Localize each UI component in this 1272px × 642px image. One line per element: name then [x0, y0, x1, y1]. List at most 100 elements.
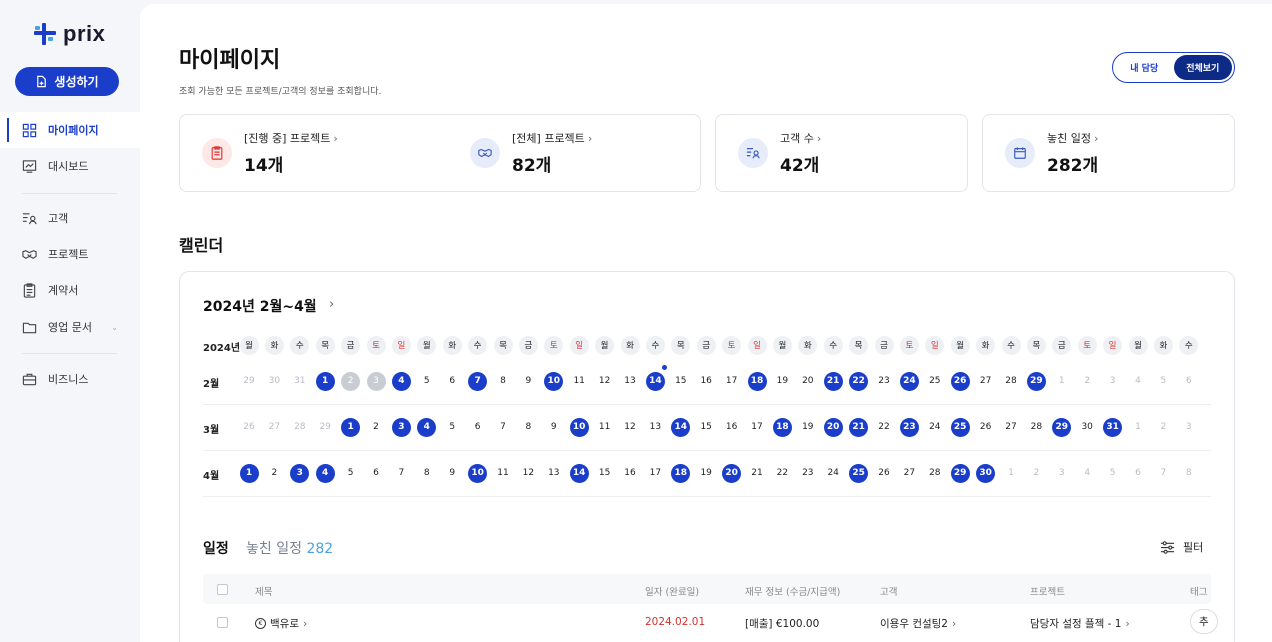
- day-cell[interactable]: 23: [798, 464, 817, 483]
- day-cell[interactable]: 27: [900, 464, 919, 483]
- day-cell[interactable]: 25: [849, 463, 869, 483]
- day-cell[interactable]: 13: [544, 464, 563, 483]
- day-cell[interactable]: 6: [1129, 464, 1148, 483]
- day-cell[interactable]: 6: [468, 418, 487, 437]
- day-cell[interactable]: 2: [367, 418, 386, 437]
- day-cell[interactable]: 3: [1052, 464, 1071, 483]
- day-cell[interactable]: 24: [925, 418, 944, 437]
- day-cell[interactable]: 15: [595, 464, 614, 483]
- sidebar-item-mypage[interactable]: 마이페이지: [0, 112, 140, 148]
- day-cell[interactable]: 4: [1129, 372, 1148, 391]
- day-cell[interactable]: 2: [1078, 372, 1097, 391]
- day-cell[interactable]: 5: [341, 464, 360, 483]
- day-cell[interactable]: 24: [899, 371, 919, 391]
- day-cell[interactable]: 18: [772, 417, 792, 437]
- day-cell[interactable]: 5: [1103, 464, 1122, 483]
- day-cell[interactable]: 12: [519, 464, 538, 483]
- day-cell[interactable]: 29: [316, 418, 335, 437]
- day-cell[interactable]: 10: [468, 463, 488, 483]
- day-cell[interactable]: 16: [621, 464, 640, 483]
- col-client[interactable]: 고객: [880, 584, 897, 598]
- day-cell[interactable]: 18: [671, 463, 691, 483]
- day-cell[interactable]: 15: [697, 418, 716, 437]
- day-cell[interactable]: 10: [569, 417, 589, 437]
- day-cell[interactable]: 19: [697, 464, 716, 483]
- day-cell[interactable]: 3: [1179, 418, 1198, 437]
- create-button[interactable]: 생성하기: [15, 67, 119, 96]
- day-cell[interactable]: 2: [1154, 418, 1173, 437]
- day-cell[interactable]: 31: [290, 372, 309, 391]
- sidebar-item-contracts[interactable]: 계약서: [0, 272, 140, 308]
- day-cell[interactable]: 6: [367, 464, 386, 483]
- day-cell[interactable]: 17: [646, 464, 665, 483]
- day-cell[interactable]: 19: [798, 418, 817, 437]
- stat-active-projects[interactable]: [진행 중] 프로젝트 › 14개: [202, 128, 338, 176]
- day-cell[interactable]: 7: [1154, 464, 1173, 483]
- day-cell[interactable]: 3: [366, 371, 386, 391]
- day-cell[interactable]: 22: [875, 418, 894, 437]
- col-title[interactable]: 제목: [255, 584, 272, 598]
- day-cell[interactable]: 6: [1179, 372, 1198, 391]
- day-cell[interactable]: 3: [391, 417, 411, 437]
- day-cell[interactable]: 9: [443, 464, 462, 483]
- stat-clients[interactable]: 고객 수 › 42개: [738, 128, 821, 176]
- day-cell[interactable]: 8: [519, 418, 538, 437]
- day-cell[interactable]: 27: [265, 418, 284, 437]
- day-cell[interactable]: 22: [849, 371, 869, 391]
- day-cell[interactable]: 2: [341, 371, 361, 391]
- prev-icon[interactable]: ‹: [311, 297, 316, 312]
- day-cell[interactable]: 25: [950, 417, 970, 437]
- day-cell[interactable]: 8: [494, 372, 513, 391]
- day-cell[interactable]: 25: [925, 372, 944, 391]
- day-cell[interactable]: 13: [621, 372, 640, 391]
- day-cell[interactable]: 4: [315, 463, 335, 483]
- day-cell[interactable]: 26: [240, 418, 259, 437]
- day-cell[interactable]: 10: [544, 371, 564, 391]
- day-cell[interactable]: 31: [1103, 417, 1123, 437]
- col-project[interactable]: 프로젝트: [1030, 584, 1065, 598]
- day-cell[interactable]: 22: [773, 464, 792, 483]
- day-cell[interactable]: 9: [519, 372, 538, 391]
- row-checkbox[interactable]: [217, 617, 228, 628]
- row-title[interactable]: € 백유로 ›: [255, 616, 307, 631]
- day-cell[interactable]: 21: [748, 464, 767, 483]
- day-cell[interactable]: 5: [443, 418, 462, 437]
- day-cell[interactable]: 16: [697, 372, 716, 391]
- day-cell[interactable]: 16: [722, 418, 741, 437]
- day-cell[interactable]: 1: [1002, 464, 1021, 483]
- day-cell[interactable]: 20: [722, 463, 742, 483]
- day-cell[interactable]: 11: [595, 418, 614, 437]
- day-cell[interactable]: 7: [468, 371, 488, 391]
- sidebar-item-sales-docs[interactable]: 영업 문서 ⌄: [0, 309, 140, 345]
- stat-missed[interactable]: 놓친 일정 › 282개: [1005, 128, 1098, 176]
- day-cell[interactable]: 1: [315, 371, 335, 391]
- day-cell[interactable]: 14: [671, 417, 691, 437]
- day-cell[interactable]: 26: [976, 418, 995, 437]
- toggle-mine[interactable]: 내 담당: [1115, 55, 1174, 80]
- day-cell[interactable]: 29: [240, 372, 259, 391]
- day-cell[interactable]: 27: [1002, 418, 1021, 437]
- day-cell[interactable]: 11: [494, 464, 513, 483]
- filter-button[interactable]: 필터: [1160, 539, 1203, 555]
- day-cell[interactable]: 4: [1078, 464, 1097, 483]
- day-cell[interactable]: 24: [824, 464, 843, 483]
- day-cell[interactable]: 30: [1078, 418, 1097, 437]
- row-tag[interactable]: 추: [1190, 609, 1218, 634]
- day-cell[interactable]: 9: [544, 418, 563, 437]
- day-cell[interactable]: 29: [1052, 417, 1072, 437]
- day-cell[interactable]: 28: [290, 418, 309, 437]
- day-cell[interactable]: 2: [1027, 464, 1046, 483]
- day-cell[interactable]: 21: [823, 371, 843, 391]
- col-tag[interactable]: 태그: [1190, 584, 1207, 598]
- day-cell[interactable]: 12: [595, 372, 614, 391]
- day-cell[interactable]: 30: [976, 463, 996, 483]
- day-cell[interactable]: 17: [748, 418, 767, 437]
- col-finance[interactable]: 재무 정보 (수금/지급액): [745, 584, 840, 598]
- day-cell[interactable]: 12: [621, 418, 640, 437]
- day-cell[interactable]: 30: [265, 372, 284, 391]
- day-cell[interactable]: 15: [671, 372, 690, 391]
- day-cell[interactable]: 4: [391, 371, 411, 391]
- day-cell[interactable]: 28: [925, 464, 944, 483]
- day-cell[interactable]: 20: [823, 417, 843, 437]
- day-cell[interactable]: 13: [646, 418, 665, 437]
